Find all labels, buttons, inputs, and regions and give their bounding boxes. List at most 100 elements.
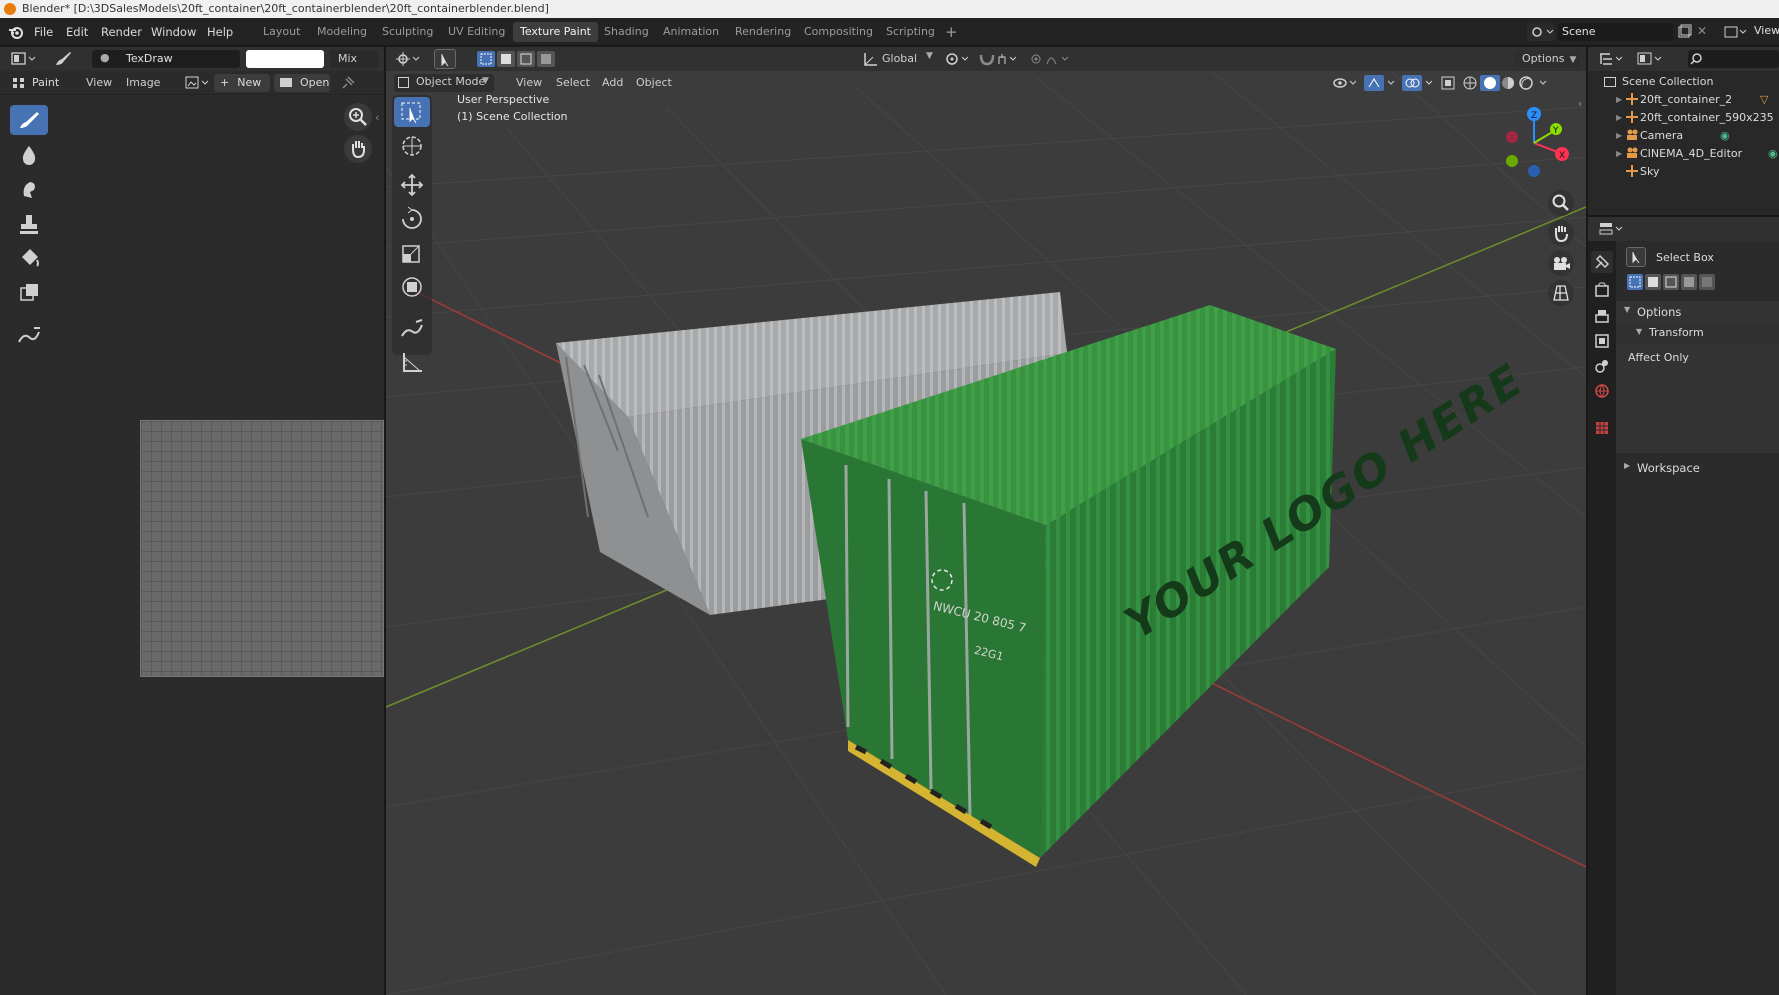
image-browse-icon[interactable]	[184, 74, 212, 92]
render-tab-icon[interactable]	[1591, 280, 1613, 302]
open-image-button[interactable]: Open	[274, 74, 330, 92]
tab-shading[interactable]: Shading	[597, 22, 656, 42]
clone-tool-icon[interactable]	[10, 209, 48, 239]
tab-modeling[interactable]: Modeling	[310, 22, 374, 42]
options-dropdown[interactable]: Options ▼	[1514, 50, 1580, 68]
expand-arrow-icon[interactable]: ▶	[1616, 91, 1622, 109]
image-menu-image[interactable]: Image	[126, 74, 160, 92]
move-tool-icon[interactable]	[394, 170, 430, 200]
selection-mode-icons[interactable]	[476, 50, 558, 68]
annotate-tool-icon[interactable]	[10, 320, 48, 350]
output-tab-icon[interactable]	[1591, 305, 1613, 327]
blend-mode-dropdown[interactable]: Mix	[330, 50, 378, 68]
add-workspace-icon[interactable]: +	[945, 24, 958, 40]
menu-window[interactable]: Window	[147, 24, 200, 40]
scene-selector-icon[interactable]	[1527, 23, 1555, 41]
zoom-icon[interactable]	[344, 103, 372, 131]
camera-view-icon[interactable]	[1548, 250, 1574, 276]
tab-layout[interactable]: Layout	[256, 22, 307, 42]
brush-selector[interactable]: ● TexDraw	[92, 50, 240, 68]
tool-tab-icon[interactable]	[1591, 251, 1613, 273]
select-cursor-icon[interactable]	[434, 49, 456, 69]
pan-hand-icon[interactable]	[344, 135, 372, 163]
workspace-panel-header[interactable]: ▶ Workspace	[1616, 457, 1779, 479]
perspective-toggle-icon[interactable]	[1548, 280, 1574, 306]
brush-color-swatch[interactable]	[246, 50, 324, 68]
orientation-dropdown[interactable]: Global	[882, 50, 917, 68]
viewport-menu-view[interactable]: View	[516, 74, 542, 92]
select-box-tool[interactable]	[394, 97, 430, 127]
viewport-menu-object[interactable]: Object	[636, 74, 672, 92]
view-layer-icon[interactable]	[1722, 23, 1748, 41]
properties-type-icon[interactable]	[1598, 220, 1626, 238]
menu-edit[interactable]: Edit	[62, 24, 92, 40]
mask-tool-icon[interactable]	[10, 278, 48, 308]
viewport-pan-icon[interactable]	[1548, 220, 1574, 246]
options-panel-header[interactable]: ▼ Options	[1616, 301, 1779, 323]
new-scene-icon[interactable]	[1676, 23, 1692, 41]
world-tab-icon[interactable]	[1591, 380, 1613, 402]
rotate-tool-icon[interactable]	[394, 204, 430, 234]
object-mode-dropdown[interactable]: Object Mode ▼	[394, 74, 494, 92]
tool-mode-icons[interactable]	[1626, 273, 1716, 291]
texture-tab-icon[interactable]	[1591, 417, 1613, 439]
expand-arrow-icon[interactable]: ▶	[1616, 145, 1622, 163]
outliner-item[interactable]: ▶ Camera ◉	[1588, 127, 1779, 145]
scale-tool-icon[interactable]	[394, 238, 430, 268]
tab-scripting[interactable]: Scripting	[879, 22, 942, 42]
draw-brush-tool[interactable]	[10, 105, 48, 135]
image-menu-view[interactable]: View	[86, 74, 112, 92]
outliner-type-icon[interactable]	[1598, 50, 1626, 68]
proportional-editing-icon[interactable]	[1029, 50, 1073, 68]
editor-type-icon[interactable]	[10, 50, 38, 68]
navigation-gizmo[interactable]: Z X Y	[1496, 103, 1576, 183]
view-layer-tab-icon[interactable]	[1591, 330, 1613, 352]
tab-animation[interactable]: Animation	[656, 22, 726, 42]
blender-menu-icon[interactable]	[8, 24, 24, 40]
tab-texture-paint[interactable]: Texture Paint	[513, 22, 598, 42]
cursor-tool-icon[interactable]	[394, 131, 430, 161]
viewport-zoom-icon[interactable]	[1548, 190, 1574, 216]
outliner-item[interactable]: ▶ 20ft_container_590x235	[1588, 109, 1779, 127]
tab-sculpting[interactable]: Sculpting	[375, 22, 440, 42]
outliner-search-input[interactable]	[1688, 50, 1779, 68]
expand-arrow-icon[interactable]: ▶	[1616, 127, 1622, 145]
menu-help[interactable]: Help	[203, 24, 237, 40]
smear-tool-icon[interactable]	[10, 174, 48, 204]
transform-tool-icon[interactable]	[394, 272, 430, 302]
viewport-menu-select[interactable]: Select	[556, 74, 590, 92]
3d-viewport[interactable]: YOUR LOGO HERE NWCU 20 805 7 22G1 Global…	[386, 47, 1586, 995]
outliner-item[interactable]: ▶ CINEMA_4D_Editor ◉	[1588, 145, 1779, 163]
image-canvas[interactable]	[140, 420, 384, 677]
outliner-item[interactable]: Sky	[1588, 163, 1779, 181]
brush-icon[interactable]	[52, 50, 74, 68]
scene-tab-icon[interactable]	[1591, 355, 1613, 377]
menu-file[interactable]: File	[30, 24, 57, 40]
viewport-sidebar-toggle-icon[interactable]: ‹	[1578, 97, 1582, 110]
pivot-point-icon[interactable]	[944, 50, 972, 68]
outliner-item[interactable]: ▶ 20ft_container_2 ▽	[1588, 91, 1779, 109]
delete-scene-icon[interactable]: ✕	[1697, 24, 1707, 38]
soften-tool-icon[interactable]	[10, 140, 48, 170]
viewport-editor-type-icon[interactable]	[394, 50, 422, 68]
outliner-scene-collection[interactable]: Scene Collection	[1588, 73, 1713, 91]
scene-name-field[interactable]: Scene	[1558, 23, 1673, 41]
paint-mode-dropdown[interactable]: Paint	[10, 74, 72, 92]
fill-tool-icon[interactable]	[10, 243, 48, 273]
sidebar-toggle-icon[interactable]: ‹	[375, 111, 379, 124]
snap-icon[interactable]	[978, 50, 1020, 68]
viewport-menu-add[interactable]: Add	[602, 74, 623, 92]
pin-icon[interactable]	[340, 75, 356, 91]
view-layer-name[interactable]: View	[1754, 24, 1779, 37]
transform-orientation-icon[interactable]	[862, 50, 878, 68]
annotate-viewport-icon[interactable]	[394, 313, 430, 343]
expand-arrow-icon[interactable]: ▶	[1616, 109, 1622, 127]
new-image-button[interactable]: + New	[214, 74, 270, 92]
menu-render[interactable]: Render	[97, 24, 146, 40]
display-mode-icon[interactable]	[1636, 50, 1664, 68]
transform-subpanel-header[interactable]: ▼ Transform	[1616, 323, 1779, 343]
tab-compositing[interactable]: Compositing	[797, 22, 880, 42]
tab-uv-editing[interactable]: UV Editing	[441, 22, 512, 42]
tab-rendering[interactable]: Rendering	[728, 22, 798, 42]
measure-tool-icon[interactable]	[394, 347, 430, 377]
